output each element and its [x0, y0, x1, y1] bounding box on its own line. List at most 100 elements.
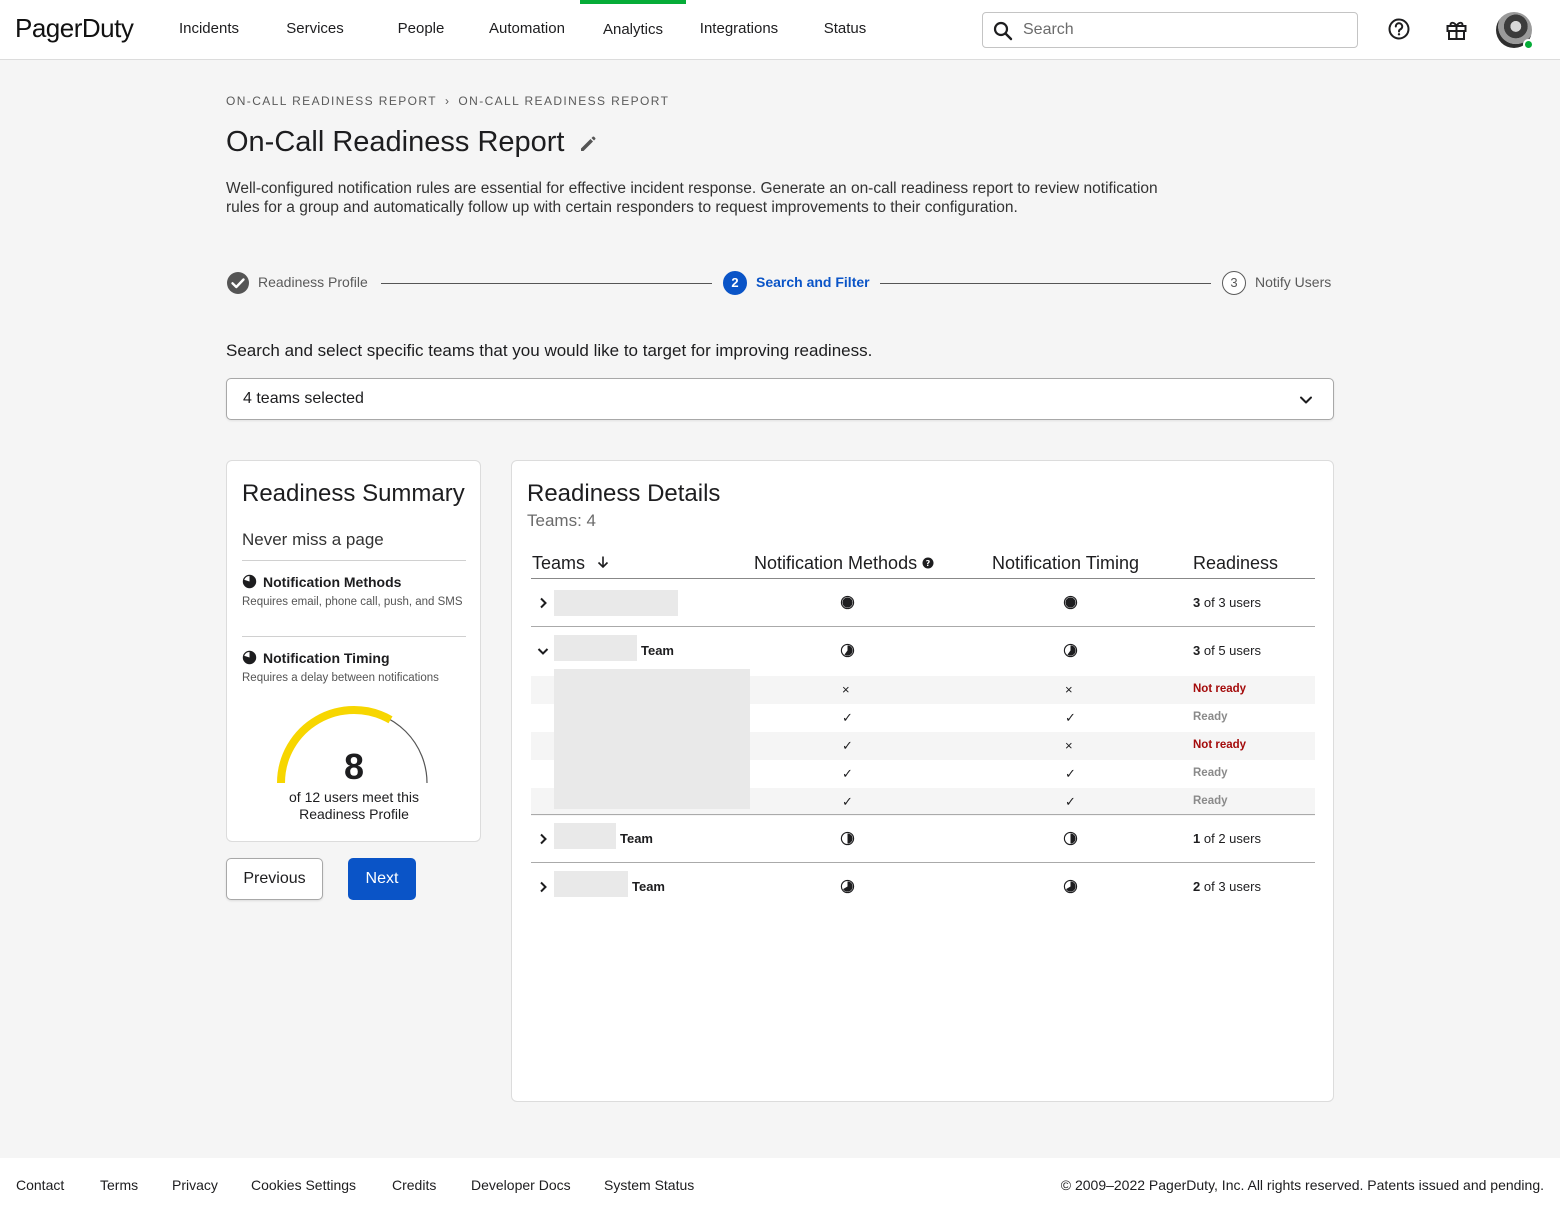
timing-pie-icon: [1063, 643, 1078, 658]
timing-x-icon: ×: [1065, 682, 1073, 697]
column-header-label: Teams: [532, 553, 586, 573]
methods-pie-icon: [840, 879, 855, 894]
nav-status[interactable]: Status: [814, 0, 876, 60]
timing-check-icon: ✓: [1065, 766, 1076, 781]
step-number-upcoming: 3: [1222, 271, 1246, 295]
footer-link-terms[interactable]: Terms: [100, 1177, 138, 1193]
member-status: Not ready: [1193, 683, 1247, 695]
help-icon[interactable]: [1386, 16, 1414, 44]
footer-link-privacy[interactable]: Privacy: [172, 1177, 218, 1193]
chevron-down-icon[interactable]: [537, 645, 549, 657]
methods-pie-icon: [840, 595, 855, 610]
timing-x-icon: ×: [1065, 738, 1073, 753]
next-button[interactable]: Next: [348, 858, 416, 900]
member-status: Ready: [1193, 795, 1228, 807]
step-label-notify-users: Notify Users: [1255, 274, 1332, 290]
global-search[interactable]: [982, 12, 1358, 48]
team-name-suffix: Team: [632, 879, 665, 894]
teams-select[interactable]: 4 teams selected: [226, 378, 1334, 420]
nav-services[interactable]: Services: [276, 0, 354, 60]
chevron-right-icon[interactable]: [537, 597, 549, 609]
column-header-teams[interactable]: Teams: [532, 553, 610, 574]
step-number-active: 2: [723, 271, 747, 295]
header-divider: [531, 578, 1315, 579]
step-label-search-and-filter: Search and Filter: [756, 274, 870, 290]
nav-people[interactable]: People: [388, 0, 454, 60]
edit-pencil-icon[interactable]: [578, 134, 598, 154]
step-connector: [880, 283, 1211, 284]
of-users: of 3 users: [1203, 595, 1261, 610]
methods-pie-icon: [840, 643, 855, 658]
teams-select-value: 4 teams selected: [243, 390, 364, 407]
footer-link-credits[interactable]: Credits: [392, 1177, 436, 1193]
of-users: of 3 users: [1203, 879, 1261, 894]
chevron-right-icon[interactable]: [537, 881, 549, 893]
methods-check-icon: ✓: [842, 738, 853, 753]
partial-pie-icon: [242, 650, 257, 665]
requirement-text: Requires a delay between notifications: [242, 672, 439, 684]
previous-button[interactable]: Previous: [226, 858, 323, 900]
page-title: On-Call Readiness Report: [226, 126, 565, 158]
redacted-member-names: [554, 669, 750, 809]
requirement-title: Notification Methods: [263, 574, 402, 590]
of-users: of 5 users: [1203, 643, 1261, 658]
requirement-text: Requires email, phone call, push, and SM…: [242, 596, 463, 608]
breadcrumb-item[interactable]: ON-CALL READINESS REPORT: [226, 94, 437, 108]
readiness-count: 2 of 3 users: [1193, 879, 1261, 894]
footer-link-contact[interactable]: Contact: [16, 1177, 64, 1193]
nav-analytics[interactable]: Analytics: [580, 0, 686, 60]
breadcrumb-separator-icon: ›: [444, 94, 451, 108]
column-header-readiness: Readiness: [1193, 553, 1279, 573]
search-input[interactable]: [1023, 19, 1343, 41]
nav-automation[interactable]: Automation: [480, 0, 574, 60]
ready-count: 3: [1193, 595, 1201, 610]
requirement-title: Notification Timing: [263, 650, 390, 666]
footer-link-system-status[interactable]: System Status: [604, 1177, 694, 1193]
team-name-suffix: Team: [641, 643, 674, 658]
nav-incidents[interactable]: Incidents: [168, 0, 250, 60]
chevron-right-icon[interactable]: [537, 833, 549, 845]
methods-check-icon: ✓: [842, 710, 853, 725]
footer-link-developer-docs[interactable]: Developer Docs: [471, 1177, 571, 1193]
team-name-suffix: Team: [620, 831, 653, 846]
methods-check-icon: ✓: [842, 766, 853, 781]
partial-pie-icon: [242, 574, 257, 589]
redacted-team-name: [554, 590, 678, 616]
breadcrumb: ON-CALL READINESS REPORT › ON-CALL READINE…: [226, 94, 669, 108]
timing-pie-icon: [1063, 831, 1078, 846]
svg-text:?: ?: [926, 559, 931, 568]
methods-pie-icon: [840, 831, 855, 846]
page-description: Well-configured notification rules are e…: [226, 180, 1158, 216]
step-connector: [381, 283, 712, 284]
gauge-caption: of 12 users meet this Readiness Profile: [289, 789, 419, 822]
footer: Contact Terms Privacy Cookies Settings C…: [0, 1158, 1560, 1228]
gift-icon[interactable]: [1443, 16, 1471, 44]
column-header-label: Notification Methods: [754, 553, 918, 573]
timing-check-icon: ✓: [1065, 794, 1076, 809]
search-icon: [993, 21, 1013, 41]
redacted-team-name: [554, 635, 637, 661]
top-nav: PagerDuty Incidents Services People Auto…: [0, 0, 1560, 60]
breadcrumb-item-current: ON-CALL READINESS REPORT: [458, 94, 670, 108]
nav-integrations[interactable]: Integrations: [690, 0, 788, 60]
summary-title: Readiness Summary: [242, 480, 465, 507]
timing-pie-icon: [1063, 595, 1078, 610]
column-header-notification-methods: Notification Methods ?: [754, 553, 934, 574]
member-status: Ready: [1193, 711, 1228, 723]
footer-link-cookies-settings[interactable]: Cookies Settings: [251, 1177, 356, 1193]
redacted-team-name: [554, 823, 616, 849]
row-divider: [531, 814, 1315, 815]
redacted-team-name: [554, 871, 628, 897]
readiness-summary-card: Readiness Summary Never miss a page Noti…: [226, 460, 481, 842]
pagerduty-logo[interactable]: PagerDuty: [15, 13, 134, 44]
summary-subtitle: Never miss a page: [242, 530, 384, 549]
info-help-icon[interactable]: ?: [922, 557, 934, 569]
row-divider: [531, 862, 1315, 863]
chevron-down-icon: [1300, 396, 1312, 404]
details-title: Readiness Details: [527, 480, 721, 507]
user-avatar[interactable]: [1496, 12, 1534, 50]
sort-arrow-down-icon: [597, 556, 609, 569]
readiness-count: 3 of 5 users: [1193, 643, 1261, 658]
member-status: Ready: [1193, 767, 1228, 779]
copyright: © 2009–2022 PagerDuty, Inc. All rights r…: [1060, 1177, 1544, 1193]
